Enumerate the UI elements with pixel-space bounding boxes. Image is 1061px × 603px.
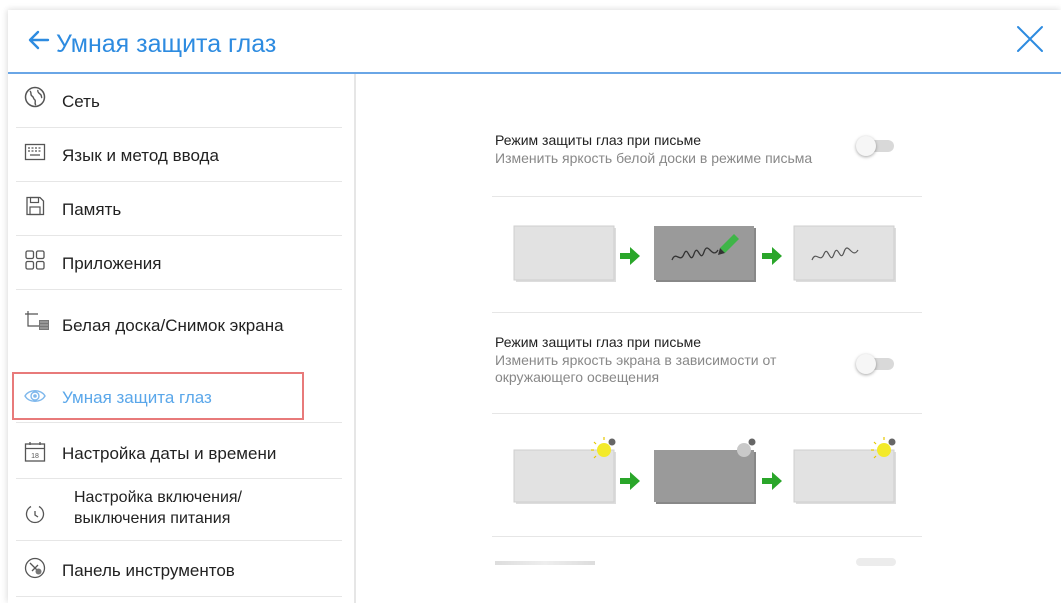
settings-content: Режим защиты глаз при письме Изменить яр… (356, 74, 1061, 603)
sidebar-item-label: Настройка даты и времени (62, 444, 277, 463)
sidebar-item-storage[interactable]: Память (8, 182, 354, 236)
setting-title: Режим защиты глаз при письме (495, 132, 702, 148)
sidebar-item-label: Настройка включения/ выключения питания (74, 489, 242, 527)
back-arrow-icon[interactable] (26, 28, 52, 52)
sidebar-item-label: Приложения (62, 254, 162, 273)
sidebar-item-network[interactable]: Сеть (8, 74, 354, 128)
ambient-mode-toggle[interactable] (856, 352, 896, 374)
writing-mode-illustration (513, 225, 896, 282)
sidebar-item-apps[interactable]: Приложения (8, 236, 354, 290)
power-timer-icon (25, 505, 45, 524)
divider (492, 312, 922, 313)
sidebar-item-label: Умная защита глаз (62, 388, 212, 407)
toolbar-icon (24, 557, 46, 579)
sidebar-item-eye-protection[interactable]: Умная защита глаз (8, 371, 354, 423)
sidebar-item-date-time[interactable]: 18 Настройка даты и времени (8, 425, 354, 479)
settings-window: Умная защита глаз Сеть Язык и метод ввод… (8, 10, 1061, 603)
calendar-day-number: 18 (31, 453, 39, 460)
divider (492, 413, 922, 414)
sidebar-item-toolbar[interactable]: Панель инструментов (8, 541, 354, 597)
sidebar-item-label: Язык и метод ввода (62, 146, 219, 165)
close-icon[interactable] (1013, 22, 1047, 56)
sidebar-item-label: Панель инструментов (62, 561, 235, 580)
settings-sidebar: Сеть Язык и метод ввода Память Приложени… (8, 74, 356, 603)
sidebar-item-power-schedule[interactable]: Настройка включения/ выключения питания (8, 479, 354, 541)
calendar-icon: 18 (24, 442, 46, 462)
ambient-light-illustration (513, 437, 896, 504)
setting-description: Изменить яркость экрана в зависимости от… (495, 352, 777, 385)
next-setting-toggle-partial (856, 558, 896, 566)
apps-grid-icon (25, 250, 45, 270)
keyboard-icon (24, 143, 46, 161)
sidebar-item-whiteboard[interactable]: Белая доска/Снимок экрана (8, 290, 354, 360)
setting-description: Изменить яркость белой доски в режиме пи… (495, 150, 813, 166)
eye-icon (24, 390, 46, 402)
page-title: Умная защита глаз (56, 30, 277, 58)
setting-title: Режим защиты глаз при письме (495, 334, 702, 350)
whiteboard-icon (25, 311, 49, 330)
header-bar: Умная защита глаз (8, 10, 1061, 74)
next-setting-partial (495, 558, 615, 568)
sidebar-item-language[interactable]: Язык и метод ввода (8, 128, 354, 182)
writing-mode-toggle[interactable] (856, 134, 896, 156)
globe-icon (24, 86, 46, 108)
sidebar-item-label: Белая доска/Снимок экрана (62, 316, 284, 335)
sidebar-item-label: Память (62, 200, 122, 219)
divider (492, 196, 922, 197)
storage-icon (26, 196, 45, 216)
sidebar-item-label: Сеть (62, 92, 100, 111)
divider (492, 536, 922, 537)
